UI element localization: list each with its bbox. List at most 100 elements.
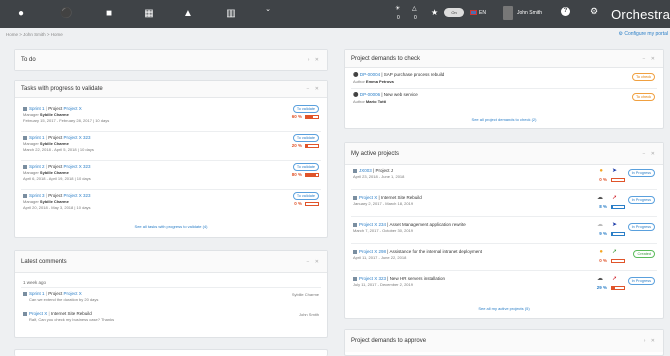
progress-bar	[611, 259, 625, 263]
project-code-link[interactable]: Project X	[359, 195, 377, 200]
task-row[interactable]: Sprint 1 | Project Project X Manager Syb…	[23, 105, 321, 123]
project-code-link[interactable]: Project X 234	[359, 222, 386, 227]
duration: 10 days	[76, 205, 91, 210]
active-projects-panel: My active projects − ✕ JX003 | Project J …	[344, 142, 664, 319]
user-menu[interactable]: John Smith	[517, 10, 542, 16]
lightbulb-icon: ⚫	[353, 92, 360, 97]
lightbulb-icon[interactable]: ⚫	[60, 8, 72, 20]
progress-bar	[611, 286, 625, 290]
comment-item[interactable]: Sprint 1 | Project Project X Can we exte…	[23, 291, 321, 302]
user-icon[interactable]: ●	[15, 8, 27, 20]
project-code-link[interactable]: Project X 298	[359, 249, 386, 254]
comment-author: John Smith	[298, 312, 319, 317]
project-row[interactable]: Project X 234 | Asset Management applica…	[353, 222, 657, 236]
toggle-switch[interactable]: On	[444, 8, 464, 17]
task-row[interactable]: Sprint 2 | Project Project X 323 Manager…	[23, 163, 321, 181]
project-link[interactable]: Project X 323	[64, 164, 91, 169]
sprint-link[interactable]: Sprint 1	[29, 106, 45, 111]
progress-percent: 8 %	[599, 204, 607, 209]
panel-controls[interactable]: − ✕	[307, 259, 322, 265]
sprint-icon	[23, 106, 27, 111]
avatar[interactable]	[503, 6, 513, 20]
see-all-projects-link[interactable]: See all my active projects (5)	[345, 306, 663, 311]
project-link[interactable]: Project X	[64, 291, 82, 296]
demand-id-link[interactable]: DP-00006	[360, 92, 380, 97]
sun-icon: ●	[599, 249, 603, 255]
language-select[interactable]: EN	[479, 10, 486, 16]
storm-cloud-icon: ☁	[597, 195, 603, 201]
chart-icon[interactable]: ▥	[225, 8, 237, 20]
demand-item[interactable]: ⚫ DP-00006 | New web service Author Mari…	[353, 92, 657, 104]
storm-cloud-icon: ☁	[597, 276, 603, 282]
duration: 10 days	[95, 118, 110, 123]
help-icon[interactable]: ?	[561, 7, 570, 16]
progress-bar	[305, 173, 319, 177]
progress-percent: 0 %	[599, 258, 607, 263]
project-row[interactable]: Project X 298 | Assistance for the inter…	[353, 249, 657, 263]
task-row[interactable]: Sprint 3 | Project Project X 323 Manager…	[23, 192, 321, 210]
panel-title: My active projects	[351, 150, 400, 157]
project-icon	[353, 168, 357, 173]
money-icon[interactable]: ▦	[143, 8, 155, 20]
demand-item[interactable]: ⚫ DP-00004 | SAP purchase process rebuil…	[353, 72, 657, 84]
org-chart-icon[interactable]: ▲	[182, 8, 194, 20]
status-badge: In Progress	[627, 196, 655, 204]
sprint-link[interactable]: Sprint 1	[29, 291, 45, 296]
panel-controls[interactable]: − ✕	[307, 86, 322, 92]
top-navbar: ● ⚫ ■ ▦ ▲ ▥ ⌄ ☀ 0 △ 0 ★ On EN John Smith…	[0, 0, 670, 28]
progress-bar	[305, 202, 319, 206]
project-code-link[interactable]: JX003	[359, 168, 372, 173]
project-name: Internet Site Rebuild	[380, 195, 422, 200]
project-code-link[interactable]: Project X 323	[359, 276, 386, 281]
task-row[interactable]: Sprint 1 | Project Project X 323 Manager…	[23, 134, 321, 152]
comment-item[interactable]: Project X | Internet Site Rebuild Ralf, …	[23, 311, 321, 322]
project-row[interactable]: Project X 323 | New HR servers installat…	[353, 276, 657, 290]
project-link[interactable]: Project X 323	[64, 135, 91, 140]
separator: |	[48, 311, 50, 316]
project-link[interactable]: Project X 323	[64, 193, 91, 198]
sprint-icon	[23, 193, 27, 198]
demand-id-link[interactable]: DP-00004	[360, 72, 380, 77]
manager-name: Sybille Charme	[39, 170, 69, 175]
panel-controls[interactable]: − ✕	[643, 56, 658, 62]
sprint-link[interactable]: Sprint 1	[29, 135, 45, 140]
status-badge: To validate	[292, 134, 319, 142]
sprint-link[interactable]: Sprint 3	[29, 193, 45, 198]
progress-percent: 9 %	[599, 231, 607, 236]
rss-icon[interactable]: ☀	[395, 5, 400, 12]
panel-controls[interactable]: › ✕	[644, 338, 657, 344]
progress-percent: 60 %	[291, 114, 302, 119]
panel-controls[interactable]: › ✕	[308, 57, 321, 63]
gear-icon[interactable]: ⚙	[590, 6, 598, 17]
project-label: Project	[48, 291, 63, 296]
bell-count: 0	[414, 15, 417, 21]
sun-icon: ●	[599, 168, 603, 174]
chevron-down-icon[interactable]: ⌄	[262, 4, 274, 16]
project-link[interactable]: Project X	[64, 106, 82, 111]
demand-name: SAP purchase process rebuild	[383, 72, 445, 77]
comments-panel: Latest comments − ✕ 1 week ago Sprint 1 |…	[14, 250, 328, 338]
arrow-right-icon: ➤	[611, 222, 617, 228]
panel-controls[interactable]: − ✕	[643, 151, 658, 157]
see-all-tasks-link[interactable]: See all tasks with progress to validate …	[15, 224, 327, 229]
project-link[interactable]: Project X	[29, 311, 47, 316]
arrow-up-right-icon: ➚	[611, 276, 617, 282]
arrow-up-right-icon: ➚	[611, 195, 617, 201]
bell-icon[interactable]: △	[412, 5, 417, 12]
status-badge: To validate	[292, 163, 319, 171]
star-icon[interactable]: ★	[431, 8, 438, 17]
breadcrumb: Home > John Smith > Home	[6, 32, 63, 37]
project-label: Project	[48, 164, 63, 169]
configure-portal-link[interactable]: ⚙ Configure my portal	[618, 31, 668, 37]
manager-name: Sybille Charme	[39, 199, 69, 204]
status-badge: To validate	[292, 105, 319, 113]
see-all-demands-link[interactable]: See all project demands to check (2)	[345, 117, 663, 122]
project-row[interactable]: Project X | Internet Site Rebuild Januar…	[353, 195, 657, 209]
progress-percent: 80 %	[291, 172, 302, 177]
project-row[interactable]: JX003 | Project J April 23, 2018 - June …	[353, 168, 657, 182]
comment-author: Sybille Charme	[291, 292, 319, 297]
briefcase-icon[interactable]: ■	[103, 8, 115, 20]
sprint-link[interactable]: Sprint 2	[29, 164, 45, 169]
demand-name: New web service	[383, 92, 418, 97]
cloud-icon: ☁	[597, 222, 603, 228]
